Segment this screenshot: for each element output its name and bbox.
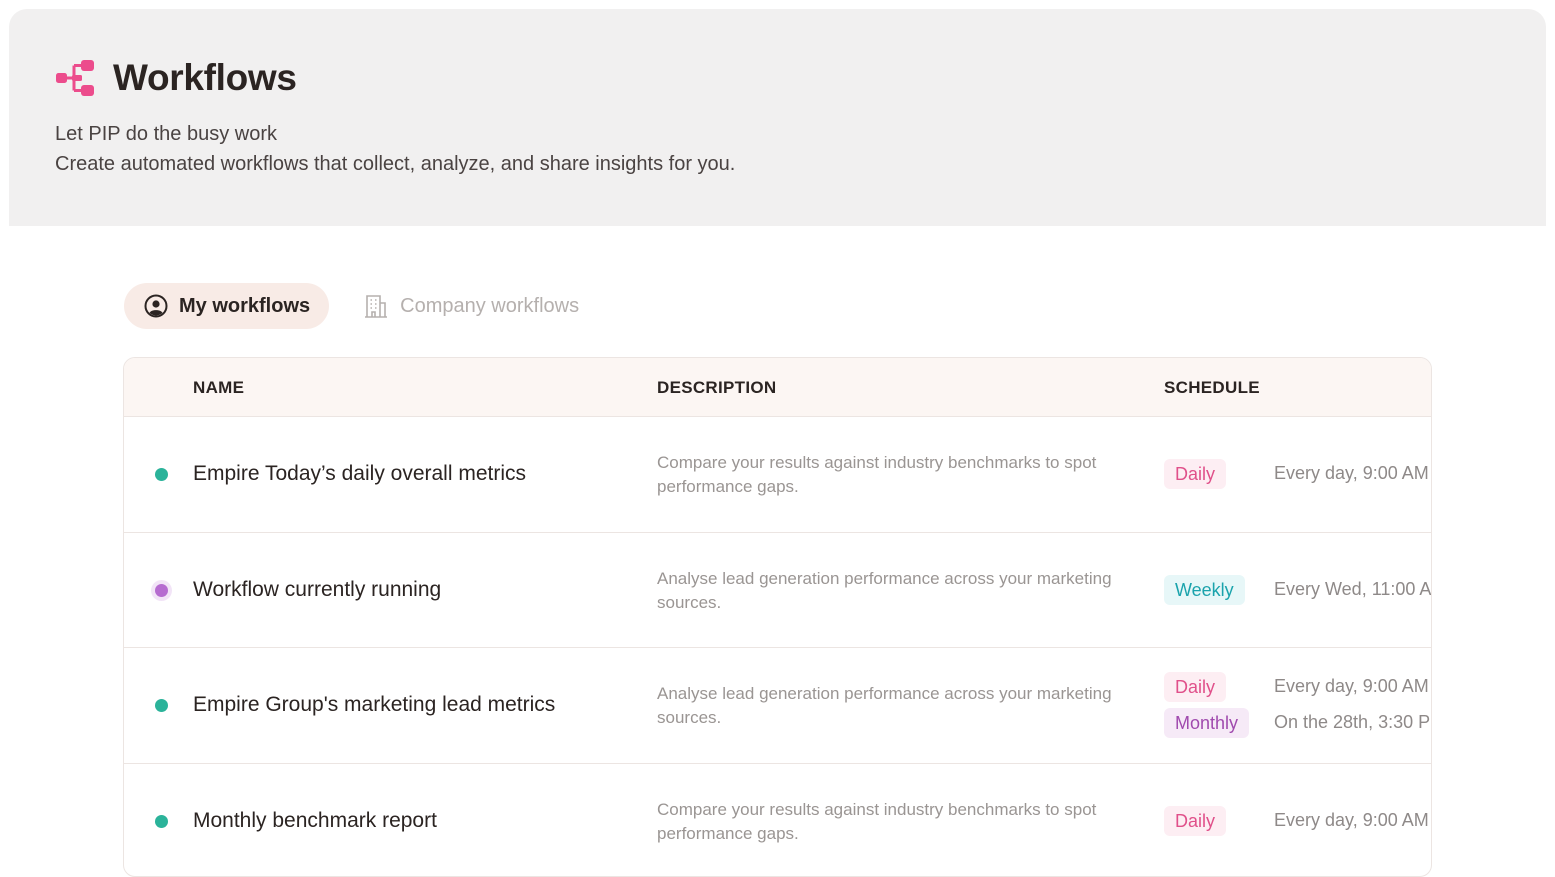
frequency-badge: Daily <box>1164 806 1226 836</box>
status-dot-running <box>155 584 168 597</box>
column-header-description: DESCRIPTION <box>657 378 776 398</box>
status-dot-active <box>155 699 168 712</box>
building-icon <box>363 294 389 318</box>
schedule-entry: Daily Every day, 9:00 AM <box>1164 672 1226 702</box>
status-dot-active <box>155 468 168 481</box>
schedule-entry: Weekly Every Wed, 11:00 AM <box>1164 575 1245 605</box>
table-row[interactable]: Workflow currently running Analyse lead … <box>124 533 1431 649</box>
schedule-time: Every Wed, 11:00 AM <box>1274 579 1432 600</box>
frequency-badge: Daily <box>1164 672 1226 702</box>
user-circle-icon <box>144 294 168 318</box>
workflow-name[interactable]: Empire Group's marketing lead metrics <box>193 693 555 717</box>
table-row[interactable]: Empire Group's marketing lead metrics An… <box>124 648 1431 764</box>
workflow-description: Analyse lead generation performance acro… <box>657 682 1117 730</box>
schedule-entry: Monthly On the 28th, 3:30 PM <box>1164 708 1249 738</box>
workflow-description: Compare your results against industry be… <box>657 798 1117 846</box>
workflow-tabs: My workflows Company workflows <box>124 283 598 329</box>
frequency-badge: Monthly <box>1164 708 1249 738</box>
page-header: Workflows Let PIP do the busy work Creat… <box>9 9 1546 226</box>
workflow-name[interactable]: Workflow currently running <box>193 578 441 602</box>
frequency-badge: Weekly <box>1164 575 1245 605</box>
tab-label: Company workflows <box>400 295 579 318</box>
workflow-description: Analyse lead generation performance acro… <box>657 567 1117 615</box>
workflows-table: NAME DESCRIPTION SCHEDULE Empire Today’s… <box>123 357 1432 877</box>
schedule-entry: Daily Every day, 9:00 AM <box>1164 459 1226 489</box>
schedule-time: Every day, 9:00 AM <box>1274 463 1429 484</box>
column-header-name: NAME <box>193 378 244 398</box>
workflow-name[interactable]: Monthly benchmark report <box>193 809 437 833</box>
workflow-name[interactable]: Empire Today’s daily overall metrics <box>193 462 526 486</box>
table-header: NAME DESCRIPTION SCHEDULE <box>124 358 1431 417</box>
tab-company-workflows[interactable]: Company workflows <box>353 283 598 329</box>
column-header-schedule: SCHEDULE <box>1164 378 1260 398</box>
frequency-badge: Daily <box>1164 459 1226 489</box>
page-subtitle-description: Create automated workflows that collect,… <box>55 153 735 176</box>
tab-my-workflows[interactable]: My workflows <box>124 283 329 329</box>
schedule-time: Every day, 9:00 AM <box>1274 676 1429 697</box>
tab-label: My workflows <box>179 295 310 318</box>
table-row[interactable]: Monthly benchmark report Compare your re… <box>124 764 1431 877</box>
workflow-description: Compare your results against industry be… <box>657 451 1117 499</box>
schedule-time: Every day, 9:00 AM <box>1274 810 1429 831</box>
schedule-entry: Daily Every day, 9:00 AM <box>1164 806 1226 836</box>
page-title: Workflows <box>113 57 297 99</box>
table-row[interactable]: Empire Today’s daily overall metrics Com… <box>124 417 1431 533</box>
page-subtitle-tagline: Let PIP do the busy work <box>55 123 277 146</box>
title-row: Workflows <box>55 57 297 99</box>
workflow-icon <box>55 58 97 98</box>
status-dot-active <box>155 815 168 828</box>
schedule-time: On the 28th, 3:30 PM <box>1274 712 1432 733</box>
